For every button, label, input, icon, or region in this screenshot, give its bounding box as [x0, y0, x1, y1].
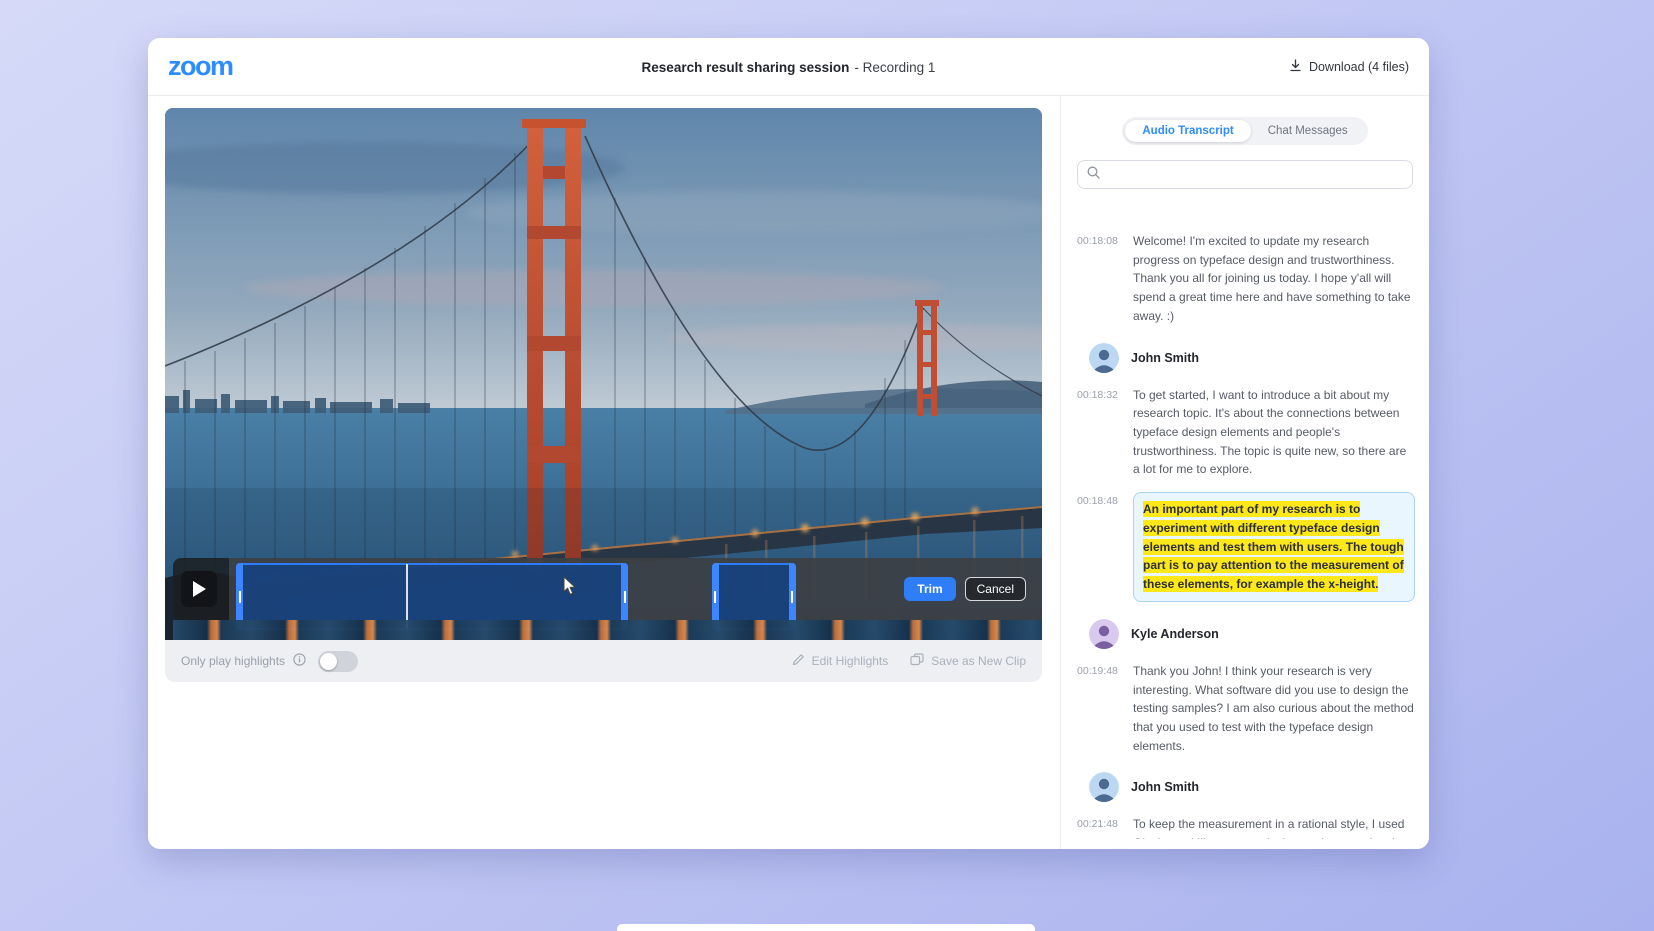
cancel-button[interactable]: Cancel	[965, 577, 1026, 601]
playhead[interactable]	[406, 564, 408, 628]
filmstrip-thumbnails[interactable]	[173, 620, 1042, 640]
download-icon	[1289, 59, 1302, 75]
search-icon	[1087, 166, 1100, 184]
page-background: zoom Research result sharing session - R…	[0, 0, 1654, 931]
search-box[interactable]	[1077, 160, 1413, 189]
transcript-list[interactable]: 00:18:08 Welcome! I'm excited to update …	[1077, 232, 1415, 839]
info-icon	[293, 653, 306, 669]
avatar	[1089, 772, 1119, 802]
avatar	[1089, 343, 1119, 373]
play-button[interactable]	[181, 571, 217, 607]
pencil-icon	[792, 653, 805, 669]
trim-button[interactable]: Trim	[904, 577, 955, 601]
sidebar-tabs: Audio Transcript Chat Messages	[1122, 117, 1367, 145]
transcript-message[interactable]: 00:21:48 To keep the measurement in a ra…	[1077, 815, 1415, 839]
recording-label: - Recording 1	[854, 60, 935, 75]
page-title: Research result sharing session - Record…	[148, 38, 1429, 96]
transcript-text: To get started, I want to introduce a bi…	[1133, 386, 1415, 480]
timestamp: 00:18:08	[1077, 232, 1123, 326]
transcript-message[interactable]: 00:18:48 An important part of my researc…	[1077, 492, 1415, 602]
speaker-row: Kyle Anderson	[1089, 619, 1415, 649]
speaker-row: John Smith	[1089, 343, 1415, 373]
transcript-text: An important part of my research is to e…	[1133, 492, 1415, 602]
only-play-highlights-label: Only play highlights	[181, 654, 285, 668]
player-footer: Only play highlights Edit Highlights	[165, 640, 1042, 682]
speaker-name: Kyle Anderson	[1131, 627, 1219, 641]
only-play-highlights-toggle[interactable]	[318, 651, 358, 672]
trim-control-bar: Trim Cancel	[173, 558, 1042, 620]
avatar	[1089, 619, 1119, 649]
speaker-name: John Smith	[1131, 351, 1199, 365]
transcript-text: Welcome! I'm excited to update my resear…	[1133, 232, 1415, 326]
timestamp: 00:21:48	[1077, 815, 1123, 839]
timestamp: 00:19:48	[1077, 662, 1123, 756]
session-title: Research result sharing session	[642, 60, 850, 75]
header: zoom Research result sharing session - R…	[148, 38, 1429, 96]
download-label: Download (4 files)	[1309, 60, 1409, 74]
video-player[interactable]: Trim Cancel	[165, 108, 1042, 640]
transcript-text: To keep the measurement in a rational st…	[1133, 815, 1415, 839]
tab-chat-messages[interactable]: Chat Messages	[1251, 120, 1365, 142]
transcript-message[interactable]: 00:18:32 To get started, I want to intro…	[1077, 386, 1415, 480]
zoom-logo: zoom	[168, 51, 233, 82]
timestamp: 00:18:48	[1077, 492, 1123, 602]
timestamp: 00:18:32	[1077, 386, 1123, 480]
save-as-new-clip-button[interactable]: Save as New Clip	[910, 653, 1026, 669]
edit-highlights-label: Edit Highlights	[812, 654, 889, 668]
transcript-sidebar: Audio Transcript Chat Messages 00:18:08 …	[1060, 96, 1429, 849]
bottom-notch	[617, 924, 1035, 931]
save-as-new-clip-label: Save as New Clip	[931, 654, 1026, 668]
play-icon	[192, 581, 206, 597]
transcript-text: Thank you John! I think your research is…	[1133, 662, 1415, 756]
edit-highlights-button[interactable]: Edit Highlights	[792, 653, 889, 669]
download-button[interactable]: Download (4 files)	[1289, 38, 1409, 96]
search-input[interactable]	[1107, 168, 1403, 182]
recording-window: zoom Research result sharing session - R…	[148, 38, 1429, 849]
speaker-name: John Smith	[1131, 780, 1199, 794]
transcript-message[interactable]: 00:18:08 Welcome! I'm excited to update …	[1077, 232, 1415, 326]
tab-audio-transcript[interactable]: Audio Transcript	[1125, 120, 1250, 142]
clip-copy-icon	[910, 653, 924, 669]
speaker-row: John Smith	[1089, 772, 1415, 802]
transcript-message[interactable]: 00:19:48 Thank you John! I think your re…	[1077, 662, 1415, 756]
